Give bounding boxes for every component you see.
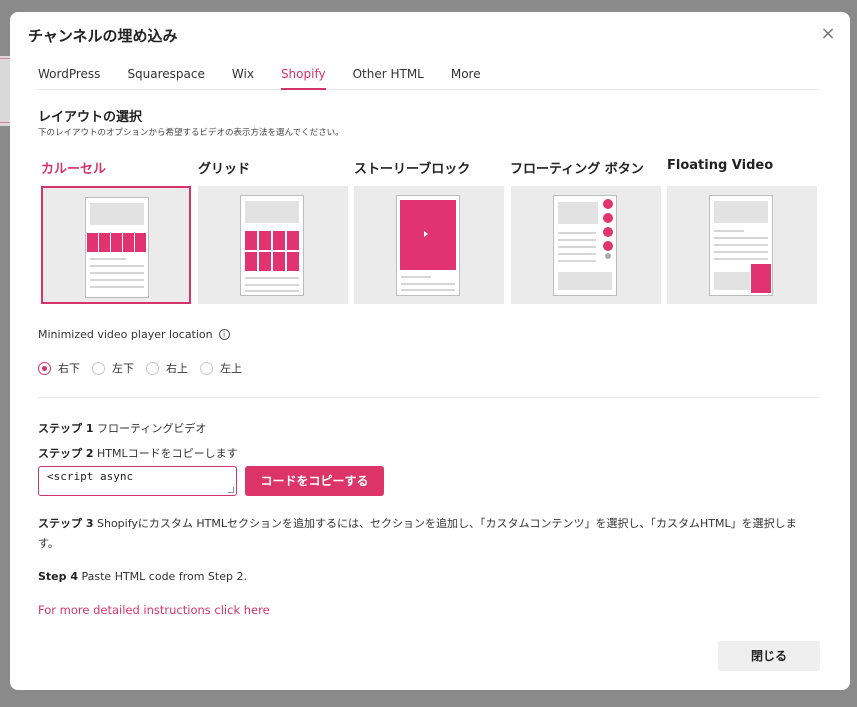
radio-bottom-right-label: 右下 (58, 362, 80, 375)
radio-bottom-left-label: 左下 (112, 362, 134, 375)
tab-shopify[interactable]: Shopify (280, 64, 326, 90)
layout-label-grid: グリッド (198, 162, 251, 177)
embed-code-textarea[interactable]: <script async (38, 466, 237, 496)
story-block-preview-icon (396, 195, 460, 296)
radio-top-right-circle[interactable] (146, 361, 159, 375)
layout-card-story-block[interactable] (354, 186, 504, 304)
layout-label-carousel: カルーセル (41, 162, 107, 177)
section-divider (38, 397, 820, 398)
background-page-edge (0, 56, 10, 126)
step-3-text: Shopifyにカスタム HTMLセクションを追加するには、セクションを追加し、… (38, 517, 797, 550)
layout-card-floating-video[interactable] (667, 186, 817, 304)
embed-code-value: <script async (47, 470, 134, 483)
radio-top-right-label: 右上 (166, 362, 188, 375)
info-icon[interactable]: i (218, 329, 230, 340)
step-1: ステップ 1 フローティングビデオ (38, 420, 206, 436)
step-1-text: フローティングビデオ (96, 422, 207, 435)
radio-bottom-left-circle[interactable] (92, 361, 105, 375)
tab-more[interactable]: More (451, 64, 481, 90)
step-2: ステップ 2 HTMLコードをコピーします (38, 445, 238, 461)
tab-squarespace[interactable]: Squarespace (127, 64, 204, 90)
radio-top-right[interactable]: 右上 (146, 360, 188, 376)
radio-top-left[interactable]: 左上 (200, 360, 242, 376)
layout-card-carousel[interactable] (41, 186, 191, 304)
close-icon[interactable]: × (818, 24, 838, 44)
tab-wordpress[interactable]: WordPress (38, 64, 100, 90)
step-4: Step 4 Paste HTML code from Step 2. (38, 570, 247, 583)
carousel-preview-icon (85, 197, 149, 298)
layout-label-floating-video: Floating Video (667, 158, 774, 173)
radio-top-left-circle[interactable] (200, 361, 213, 375)
step-4-text: Paste HTML code from Step 2. (81, 570, 247, 583)
grid-preview-icon (240, 195, 304, 296)
modal-title: チャンネルの埋め込み (28, 27, 178, 45)
embed-channel-modal: チャンネルの埋め込み × WordPress Squarespace Wix S… (10, 12, 850, 690)
step-3-label: ステップ 3 (38, 517, 94, 530)
layout-section-title: レイアウトの選択 (38, 110, 143, 125)
radio-bottom-left[interactable]: 左下 (92, 360, 134, 376)
layout-card-grid[interactable] (198, 186, 348, 304)
radio-top-left-label: 左上 (220, 362, 242, 375)
player-location-text: Minimized video player location (38, 328, 213, 341)
layout-card-floating-button[interactable] (511, 186, 661, 304)
floating-video-preview-icon (709, 195, 773, 296)
resize-grip-icon[interactable] (228, 487, 234, 493)
detailed-instructions-link[interactable]: For more detailed instructions click her… (38, 603, 270, 617)
player-location-radio-group: 右下 左下 右上 左上 (38, 360, 254, 376)
radio-bottom-right[interactable]: 右下 (38, 360, 80, 376)
step-2-label: ステップ 2 (38, 447, 94, 460)
step-2-text: HTMLコードをコピーします (96, 447, 238, 460)
layout-label-story-block: ストーリーブロック (354, 162, 471, 177)
step-4-label: Step 4 (38, 570, 78, 583)
radio-bottom-right-circle[interactable] (38, 361, 51, 375)
layout-label-floating-button: フローティング ボタン (510, 162, 644, 177)
close-button[interactable]: 閉じる (718, 641, 820, 671)
layout-section-subtitle: 下のレイアウトのオプションから希望するビデオの表示方法を選んでください。 (38, 128, 344, 138)
floating-button-preview-icon (553, 195, 617, 296)
step-1-label: ステップ 1 (38, 422, 94, 435)
platform-tabs: WordPress Squarespace Wix Shopify Other … (38, 64, 820, 90)
player-location-label: Minimized video player location i (38, 328, 230, 341)
tab-other-html[interactable]: Other HTML (353, 64, 424, 90)
play-icon (424, 231, 428, 237)
step-3: ステップ 3 Shopifyにカスタム HTMLセクションを追加するには、セクシ… (38, 514, 808, 554)
tab-wix[interactable]: Wix (232, 64, 254, 90)
copy-code-button[interactable]: コードをコピーする (245, 466, 384, 496)
